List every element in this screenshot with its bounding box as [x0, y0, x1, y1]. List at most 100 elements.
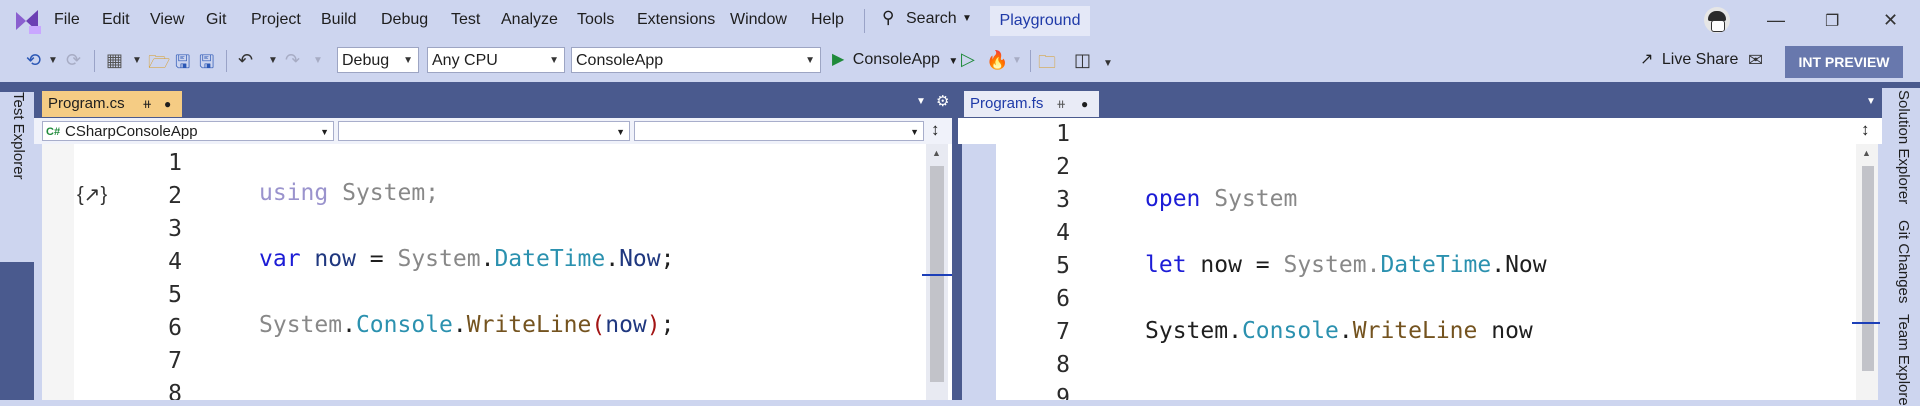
csharp-project-icon: C#: [46, 126, 61, 138]
code-line-5: let now = System.DateTime.Now: [1145, 252, 1547, 278]
code-line-2: using System;: [259, 180, 440, 206]
chevron-down-icon: ▼: [910, 127, 919, 137]
redo-icon: ↷: [285, 50, 301, 70]
solution-explorer-tab[interactable]: Solution Explorer: [1895, 90, 1912, 204]
search-button[interactable]: ⚲ Search ▼: [882, 8, 972, 34]
scrollbar-thumb[interactable]: [1862, 166, 1874, 371]
split-editor-icon[interactable]: ↕: [1861, 120, 1870, 140]
tab-program-cs[interactable]: Program.cs ⧺ ●: [42, 91, 182, 117]
minimize-icon[interactable]: —: [1767, 10, 1785, 31]
save-all-icon[interactable]: 🖫: [199, 50, 214, 80]
line-number: 4: [168, 249, 182, 275]
menu-edit[interactable]: Edit: [102, 11, 130, 29]
start-without-debugging-icon[interactable]: ▷: [961, 49, 975, 70]
visual-studio-logo-icon: [16, 10, 41, 34]
chevron-down-icon: ▼: [320, 127, 329, 137]
type-nav-select[interactable]: ▼: [338, 121, 630, 141]
scroll-position-marker: [922, 274, 952, 276]
settings-icon[interactable]: ⚙: [936, 92, 949, 110]
chevron-down-icon: ▼: [948, 56, 959, 67]
project-nav-value: CSharpConsoleApp: [65, 123, 198, 140]
scroll-up-icon[interactable]: ▲: [932, 148, 941, 158]
member-nav-select[interactable]: ▼: [634, 121, 924, 141]
hot-reload-icon: 🔥: [986, 50, 1009, 70]
test-explorer-tab[interactable]: Test Explorer: [10, 92, 27, 180]
restore-icon[interactable]: ❐: [1825, 11, 1839, 31]
avatar[interactable]: [1704, 7, 1730, 33]
toolbar-separator: [94, 50, 95, 72]
undo-icon[interactable]: ↶: [238, 50, 253, 71]
menu-extensions[interactable]: Extensions: [637, 11, 715, 29]
menu-view[interactable]: View: [150, 11, 184, 29]
chevron-down-icon[interactable]: ▼: [268, 55, 278, 66]
play-icon: ▶: [832, 51, 845, 68]
open-folder-icon[interactable]: 🗁: [148, 50, 170, 80]
line-number: 2: [168, 183, 182, 209]
startup-project-select[interactable]: ConsoleApp ▼: [571, 47, 821, 73]
save-icon[interactable]: 🖫: [175, 50, 190, 80]
navigate-back-icon[interactable]: ⟲: [26, 50, 41, 71]
line-number: 3: [168, 216, 182, 242]
vertical-scrollbar[interactable]: ▲: [926, 144, 948, 400]
line-number: 1: [1056, 121, 1070, 147]
left-document-well: Program.cs ⧺ ● ▼ ⚙: [34, 82, 958, 118]
menu-analyze[interactable]: Analyze: [501, 11, 558, 29]
chevron-down-icon[interactable]: ▼: [48, 55, 58, 66]
standard-toolbar: ⟲ ▼ ⟳ ▦ ▼ 🗁 🖫 🖫 ↶ ▼ ↷ ▼ Debug ▼ Any CPU …: [0, 42, 1920, 82]
navigation-bar: C# CSharpConsoleApp ▼ ▼ ▼ ↕: [34, 118, 958, 144]
tab-list-dropdown-icon[interactable]: ▼: [916, 96, 926, 107]
solution-name: Playground: [990, 6, 1090, 36]
title-bar: File Edit View Git Project Build Debug T…: [0, 0, 1920, 42]
line-number: 8: [1056, 352, 1070, 378]
start-debugging-label: ConsoleApp: [852, 51, 940, 68]
modified-dot-icon[interactable]: ●: [1081, 91, 1088, 117]
int-preview-badge[interactable]: INT PREVIEW: [1785, 46, 1903, 78]
menu-build[interactable]: Build: [321, 11, 357, 29]
split-editor-icon[interactable]: ↕: [931, 120, 940, 140]
line-number: 3: [1056, 187, 1070, 213]
vertical-scrollbar[interactable]: ▲: [1856, 144, 1878, 400]
scroll-up-icon[interactable]: ▲: [1862, 148, 1871, 158]
start-debugging-button[interactable]: ▶ ConsoleApp ▼: [832, 49, 958, 69]
team-explorer-tab[interactable]: Team Explore: [1895, 314, 1912, 406]
modified-dot-icon[interactable]: ●: [164, 91, 171, 117]
solution-platform-value: Any CPU: [432, 52, 498, 69]
line-number: 2: [1056, 154, 1070, 180]
code-line-4: var now = System.DateTime.Now;: [259, 246, 675, 272]
live-share-button[interactable]: ↗ Live Share: [1640, 49, 1738, 69]
startup-project-value: ConsoleApp: [576, 52, 664, 69]
solution-platform-select[interactable]: Any CPU ▼: [427, 47, 565, 73]
new-project-icon[interactable]: ▦: [106, 50, 123, 71]
menu-test[interactable]: Test: [451, 11, 480, 29]
menu-tools[interactable]: Tools: [577, 11, 614, 29]
tab-list-dropdown-icon[interactable]: ▼: [1866, 96, 1876, 107]
menu-separator: [864, 9, 865, 33]
right-document-well: Program.fs ⧺ ● ▼: [958, 82, 1882, 118]
navigate-forward-icon: ⟳: [66, 50, 82, 70]
toolbar-separator: [226, 50, 227, 72]
menu-help[interactable]: Help: [811, 11, 844, 29]
code-editor-cs[interactable]: {↗} 1 2 3 4 5 6 7 8 using System; var no…: [42, 144, 952, 400]
menu-debug[interactable]: Debug: [381, 11, 428, 29]
menu-file[interactable]: File: [54, 11, 80, 29]
close-icon[interactable]: ✕: [1883, 10, 1898, 31]
line-number: 6: [168, 315, 182, 341]
menu-project[interactable]: Project: [251, 11, 301, 29]
pin-icon[interactable]: ⧺: [142, 91, 152, 117]
line-number: 1: [168, 150, 182, 176]
solution-configuration-select[interactable]: Debug ▼: [337, 47, 419, 73]
project-nav-select[interactable]: C# CSharpConsoleApp ▼: [42, 121, 334, 141]
show-in-folder-icon[interactable]: 🗀: [1038, 50, 1056, 80]
code-editor-fs[interactable]: 1 2 3 4 5 6 7 8 9 open System let now = …: [996, 118, 1856, 400]
git-changes-tab[interactable]: Git Changes: [1895, 220, 1912, 303]
menu-window[interactable]: Window: [730, 11, 787, 29]
toolbar-options-icon[interactable]: ▼: [1103, 58, 1113, 69]
tab-program-fs[interactable]: Program.fs ⧺ ●: [964, 91, 1099, 117]
search-icon: ⚲: [882, 8, 895, 27]
pin-icon[interactable]: ⧺: [1056, 91, 1066, 117]
chevron-down-icon[interactable]: ▼: [132, 55, 142, 66]
menu-git[interactable]: Git: [206, 11, 226, 29]
feedback-icon[interactable]: ✉: [1748, 50, 1763, 71]
layout-icon[interactable]: ◫: [1074, 50, 1091, 71]
tab-label: Program.cs: [48, 95, 125, 112]
